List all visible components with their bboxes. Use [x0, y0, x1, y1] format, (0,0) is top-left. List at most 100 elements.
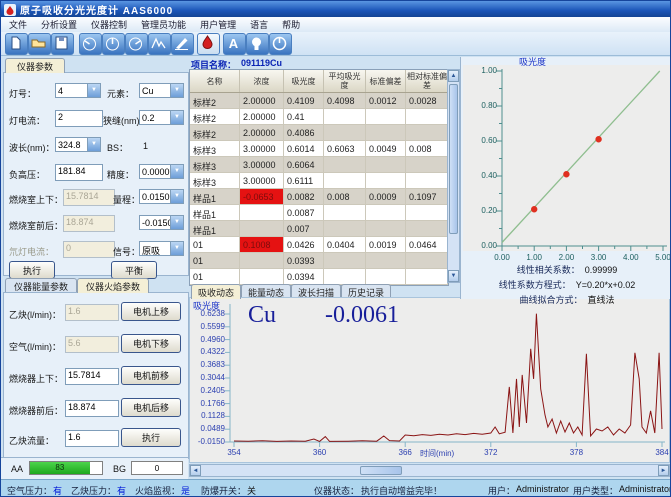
lamp-button[interactable]	[246, 33, 269, 55]
gauge-mid-button[interactable]	[102, 33, 125, 55]
tab-absorption-dynamic[interactable]: 吸收动态	[191, 284, 241, 299]
table-row[interactable]: 样品1 0.007	[190, 221, 448, 237]
tab-energy-params[interactable]: 仪器能量参数	[5, 278, 77, 293]
execute-button[interactable]: 执行	[9, 261, 55, 279]
menu-item-analysis-settings[interactable]: 分析设置	[41, 18, 77, 31]
menu-item-help[interactable]: 帮助	[282, 18, 300, 31]
table-row[interactable]: 标样3 3.00000 0.6111	[190, 173, 448, 189]
menu-item-admin-functions[interactable]: 管理员功能	[141, 18, 186, 31]
acetylene-input: 1.6	[65, 304, 119, 321]
cell-avg-absorbance	[324, 221, 366, 237]
lamp-no-label: 灯号：	[9, 87, 36, 100]
precision-select[interactable]: 0.0000▼	[139, 164, 184, 179]
cell-avg-absorbance	[324, 205, 366, 221]
motor-up-button[interactable]: 电机上移	[121, 302, 181, 321]
neg-hv-input[interactable]: 181.84	[55, 164, 103, 181]
acetylene-flow-label: 乙炔流量：	[9, 434, 54, 447]
status-bar: 空气压力： 有 乙炔压力： 有 火焰监视： 是 防爆开关： 关 仪器状态： 执行…	[1, 479, 671, 497]
col-header-absorbance[interactable]: 吸光度	[284, 70, 324, 92]
gauge-low-button[interactable]	[79, 33, 102, 55]
gauge-low-icon	[80, 34, 99, 52]
scroll-up-icon[interactable]: ▲	[448, 70, 459, 82]
flame-execute-button[interactable]: 执行	[121, 428, 181, 447]
table-row[interactable]: 样品1 -0.0653 0.0082 0.008 0.0009 0.1097	[190, 189, 448, 205]
cell-concentration	[240, 269, 284, 285]
scroll-left-icon[interactable]: ◄	[190, 465, 201, 476]
wavelength-select[interactable]: 324.8▼	[55, 137, 101, 152]
calibration-panel: 吸光度 线性相关系数：0.99999 线性系数方程式：Y=0.20*x+0.02…	[460, 57, 671, 299]
motor-forward-button[interactable]: 电机前移	[121, 366, 181, 385]
table-vertical-scrollbar[interactable]: ▲ ▼	[447, 69, 460, 283]
acetylene-flow-input[interactable]: 1.6	[65, 430, 119, 447]
signal-select[interactable]: 原吸▼	[139, 241, 184, 256]
col-header-name[interactable]: 名称	[190, 70, 240, 92]
col-header-std-dev[interactable]: 标准偏差	[366, 70, 406, 92]
cell-name: 样品1	[190, 189, 240, 205]
tick-label: 2.00	[550, 253, 582, 262]
signal-button[interactable]	[171, 33, 194, 55]
cell-name: 01	[190, 237, 240, 253]
cell-std-dev	[366, 109, 406, 125]
burner-fb-input[interactable]: 18.874	[65, 400, 119, 417]
lamp-current-input[interactable]: 2	[55, 110, 103, 127]
table-row[interactable]: 01 0.0393	[190, 253, 448, 269]
tab-instrument-params[interactable]: 仪器参数	[5, 58, 65, 73]
toolbar: A	[1, 32, 671, 56]
tick-label: 0.1766	[191, 399, 225, 408]
cell-name: 样品1	[190, 205, 240, 221]
menu-item-language[interactable]: 语言	[250, 18, 268, 31]
air-input: 5.6	[65, 336, 119, 353]
table-row[interactable]: 标样3 3.00000 0.6064	[190, 157, 448, 173]
autozero-button[interactable]: A	[223, 33, 246, 55]
menu-item-instrument-control[interactable]: 仪器控制	[91, 18, 127, 31]
cell-rsd	[406, 221, 448, 237]
burner-ud-input[interactable]: 15.7814	[65, 368, 119, 385]
col-header-avg-absorbance[interactable]: 平均吸光度	[324, 70, 366, 92]
cell-name: 标样3	[190, 157, 240, 173]
range-low-select[interactable]: -0.0150▼	[139, 215, 184, 230]
gauge-high-button[interactable]	[125, 33, 148, 55]
table-row[interactable]: 标样3 3.00000 0.6014 0.6063 0.0049 0.008	[190, 141, 448, 157]
wavelength-scan-button[interactable]	[148, 33, 171, 55]
range-select[interactable]: 0.0150▼	[139, 189, 184, 204]
cell-absorbance: 0.41	[284, 109, 324, 125]
table-row[interactable]: 标样2 2.00000 0.4109 0.4098 0.0012 0.0028	[190, 93, 448, 109]
motor-down-button[interactable]: 电机下移	[121, 334, 181, 353]
element-label: 元素：	[107, 87, 134, 100]
scrollbar-thumb[interactable]	[360, 466, 402, 475]
motor-back-button[interactable]: 电机后移	[121, 398, 181, 417]
save-button[interactable]	[51, 33, 74, 55]
slit-select[interactable]: 0.2▼	[139, 110, 184, 125]
element-select[interactable]: Cu▼	[139, 83, 184, 98]
col-header-concentration[interactable]: 浓度	[240, 70, 284, 92]
results-table-body: 标样2 2.00000 0.4109 0.4098 0.0012 0.0028 …	[190, 93, 448, 285]
new-file-button[interactable]	[5, 33, 28, 55]
balance-button[interactable]: 平衡	[111, 261, 157, 279]
cell-rsd	[406, 125, 448, 141]
scrollbar-thumb[interactable]	[449, 84, 458, 234]
cell-rsd	[406, 269, 448, 285]
chart-horizontal-scrollbar[interactable]: ◄ ►	[189, 464, 670, 477]
open-file-button[interactable]	[28, 33, 51, 55]
scroll-right-icon[interactable]: ►	[658, 465, 669, 476]
user-value: Administrator	[516, 484, 569, 494]
cell-name: 标样2	[190, 93, 240, 109]
instrument-state-label: 仪器状态：	[314, 484, 359, 497]
cell-std-dev	[366, 125, 406, 141]
table-row[interactable]: 01 0.1008 0.0426 0.0404 0.0019 0.0464	[190, 237, 448, 253]
tab-flame-params[interactable]: 仪器火焰参数	[77, 278, 149, 293]
wavelength-label: 波长(nm)：	[9, 141, 55, 154]
cell-absorbance: 0.0082	[284, 189, 324, 205]
col-header-rsd[interactable]: 相对标准偏差	[406, 70, 448, 92]
table-row[interactable]: 标样2 2.00000 0.41	[190, 109, 448, 125]
table-row[interactable]: 01 0.0394	[190, 269, 448, 285]
power-button[interactable]	[269, 33, 292, 55]
menu-item-user-management[interactable]: 用户管理	[200, 18, 236, 31]
lamp-no-select[interactable]: 4▼	[55, 83, 101, 98]
flame-button[interactable]	[197, 33, 220, 55]
table-row[interactable]: 样品1 0.0087	[190, 205, 448, 221]
menu-item-file[interactable]: 文件	[9, 18, 27, 31]
table-row[interactable]: 标样2 2.00000 0.4086	[190, 125, 448, 141]
scroll-down-icon[interactable]: ▼	[448, 270, 459, 282]
tick-label: 1.00	[461, 66, 497, 75]
